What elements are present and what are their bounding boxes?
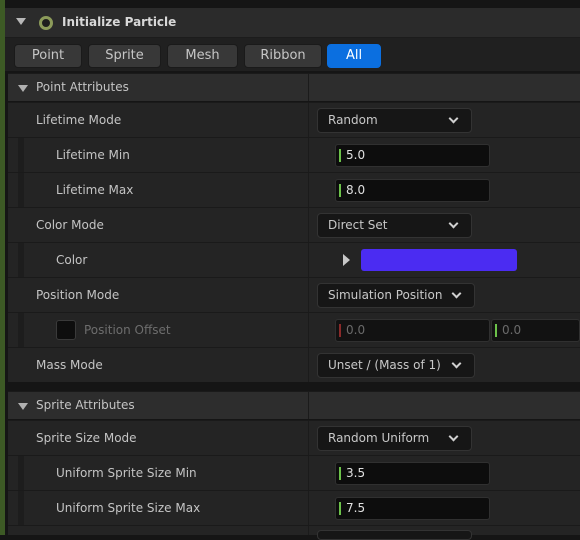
sprite-size-mode-value: Random Uniform (328, 431, 430, 445)
lifetime-min-value: 5.0 (346, 148, 366, 162)
tab-point[interactable]: Point (14, 44, 82, 68)
next-dropdown[interactable] (317, 530, 472, 540)
tab-all[interactable]: All (327, 44, 381, 68)
lifetime-min-label: Lifetime Min (56, 148, 130, 162)
position-offset-x-input[interactable]: 0.0 (335, 319, 490, 342)
lifetime-mode-dropdown[interactable]: Random (317, 108, 472, 133)
module-header[interactable]: Initialize Particle (5, 8, 580, 38)
position-offset-y-input[interactable]: 0.0 (491, 319, 580, 342)
module-title: Initialize Particle (62, 15, 177, 29)
row-color-mode: Color Mode Direct Set (8, 207, 580, 242)
position-offset-label: Position Offset (84, 323, 171, 337)
section-caret-icon[interactable] (18, 85, 28, 92)
lifetime-max-label: Lifetime Max (56, 183, 134, 197)
uniform-size-min-label: Uniform Sprite Size Min (56, 466, 197, 480)
lifetime-mode-label: Lifetime Mode (36, 113, 122, 127)
uniform-size-max-value: 7.5 (346, 501, 366, 515)
row-lifetime-min: Lifetime Min 5.0 (8, 137, 580, 172)
uniform-size-max-input[interactable]: 7.5 (335, 497, 490, 520)
chevron-down-icon (451, 358, 462, 369)
color-mode-dropdown[interactable]: Direct Set (317, 213, 472, 238)
row-uniform-size-min: Uniform Sprite Size Min 3.5 (8, 455, 580, 490)
color-label: Color (56, 253, 88, 267)
lifetime-mode-value: Random (328, 113, 378, 127)
lifetime-max-value: 8.0 (346, 183, 366, 197)
sprite-size-mode-label: Sprite Size Mode (36, 431, 137, 445)
row-lifetime-mode: Lifetime Mode Random (8, 102, 580, 137)
row-position-offset: Position Offset 0.0 0.0 (8, 312, 580, 347)
color-mode-label: Color Mode (36, 218, 104, 232)
chevron-down-icon (451, 288, 462, 299)
position-mode-label: Position Mode (36, 288, 120, 302)
row-color: Color (8, 242, 580, 277)
mass-mode-value: Unset / (Mass of 1) (328, 358, 441, 372)
position-mode-dropdown[interactable]: Simulation Position (317, 283, 475, 308)
color-swatch[interactable] (361, 249, 517, 271)
row-mass-mode: Mass Mode Unset / (Mass of 1) (8, 347, 580, 382)
tab-mesh[interactable]: Mesh (167, 44, 238, 68)
lifetime-min-input[interactable]: 5.0 (335, 144, 490, 167)
collapse-caret-icon[interactable] (16, 18, 26, 25)
position-mode-value: Simulation Position (328, 288, 443, 302)
uniform-size-max-label: Uniform Sprite Size Max (56, 501, 201, 515)
uniform-size-min-input[interactable]: 3.5 (335, 462, 490, 485)
chevron-down-icon (448, 218, 459, 229)
section-point-attributes[interactable]: Point Attributes (8, 73, 580, 101)
row-next-partial (8, 525, 580, 540)
section-sprite-attributes[interactable]: Sprite Attributes (8, 391, 580, 419)
row-sprite-size-mode: Sprite Size Mode Random Uniform (8, 420, 580, 455)
section-title: Point Attributes (36, 80, 129, 94)
section-caret-icon[interactable] (18, 403, 28, 410)
color-mode-value: Direct Set (328, 218, 388, 232)
sprite-size-mode-dropdown[interactable]: Random Uniform (317, 426, 472, 451)
expand-triangle-icon[interactable] (343, 254, 350, 266)
tab-ribbon[interactable]: Ribbon (244, 44, 322, 68)
position-offset-y-value: 0.0 (502, 323, 522, 337)
lifetime-max-input[interactable]: 8.0 (335, 179, 490, 202)
module-enabled-icon[interactable] (39, 16, 53, 30)
chevron-down-icon (448, 431, 459, 442)
mass-mode-label: Mass Mode (36, 358, 103, 372)
position-offset-checkbox[interactable] (56, 320, 76, 340)
tab-sprite[interactable]: Sprite (88, 44, 161, 68)
mass-mode-dropdown[interactable]: Unset / (Mass of 1) (317, 353, 475, 378)
row-lifetime-max: Lifetime Max 8.0 (8, 172, 580, 207)
module-accent-strip (0, 0, 5, 535)
section-title: Sprite Attributes (36, 398, 135, 412)
uniform-size-min-value: 3.5 (346, 466, 366, 480)
position-offset-x-value: 0.0 (346, 323, 366, 337)
chevron-down-icon (448, 113, 459, 124)
filter-tab-bar: Point Sprite Mesh Ribbon All (5, 38, 580, 71)
row-position-mode: Position Mode Simulation Position (8, 277, 580, 312)
row-uniform-size-max: Uniform Sprite Size Max 7.5 (8, 490, 580, 525)
